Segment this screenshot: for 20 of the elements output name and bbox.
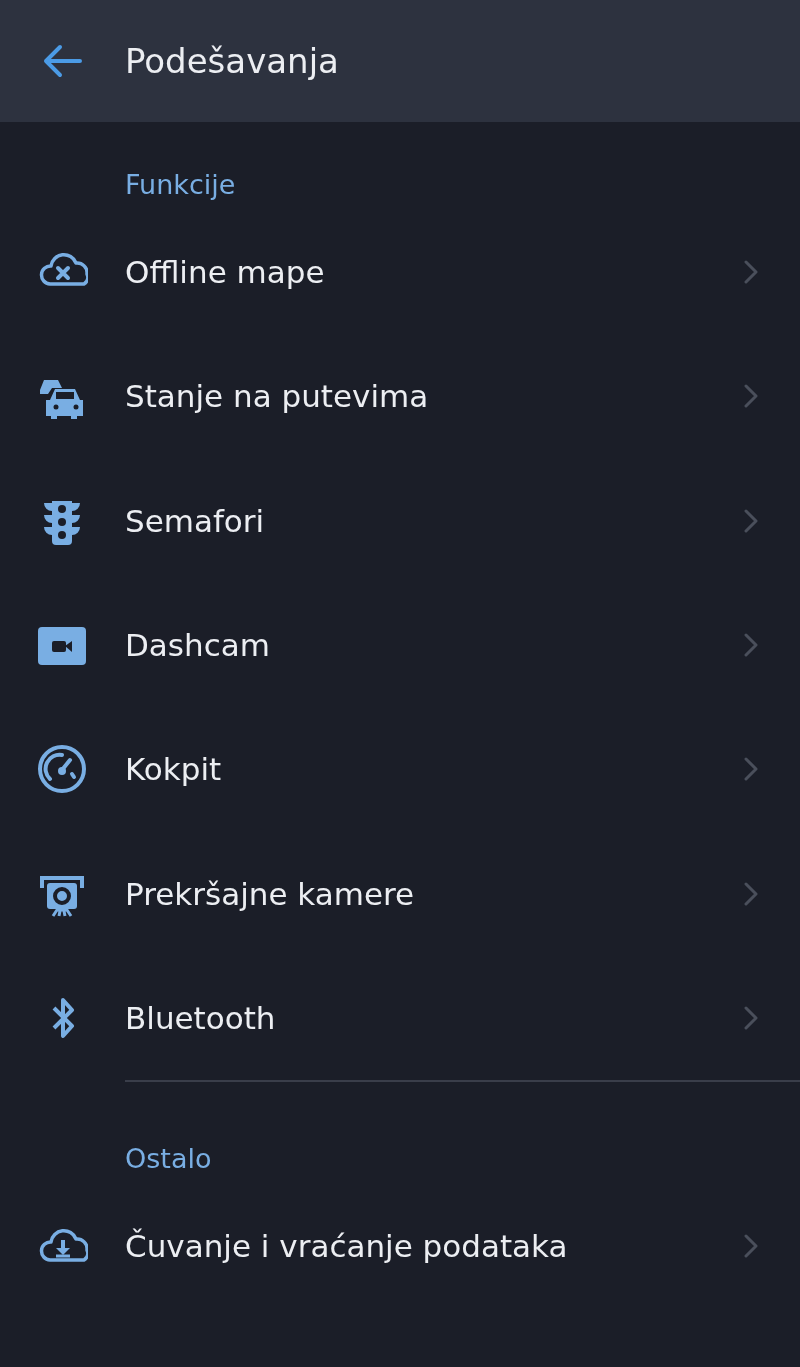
chevron-icon [744, 881, 758, 906]
settings-item[interactable]: Stanje na putevima [0, 334, 800, 459]
settings-item[interactable]: Bluetooth [0, 955, 800, 1081]
settings-item[interactable]: Offline mape [0, 210, 800, 335]
chevron-icon [744, 260, 758, 285]
settings-item[interactable]: Prekršajne kamere [0, 831, 800, 956]
chevron-icon [744, 384, 758, 409]
chevron-icon [744, 757, 758, 782]
speedometer-icon [36, 743, 88, 796]
chevron-icon [744, 633, 758, 658]
settings-item[interactable]: Semafori [0, 458, 800, 583]
settings-item[interactable]: Kokpit [0, 707, 800, 832]
chevron-icon [744, 1234, 758, 1259]
screen-title: Podešavanja [125, 41, 339, 81]
settings-item[interactable]: Dashcam [0, 582, 800, 708]
chevron-icon [744, 1005, 758, 1030]
chevron-icon [744, 508, 758, 533]
section-header: Ostalo [124, 1142, 213, 1177]
settings-item[interactable]: Čuvanje i vraćanje podataka [0, 1184, 800, 1309]
section-header: Funkcije [124, 168, 237, 202]
